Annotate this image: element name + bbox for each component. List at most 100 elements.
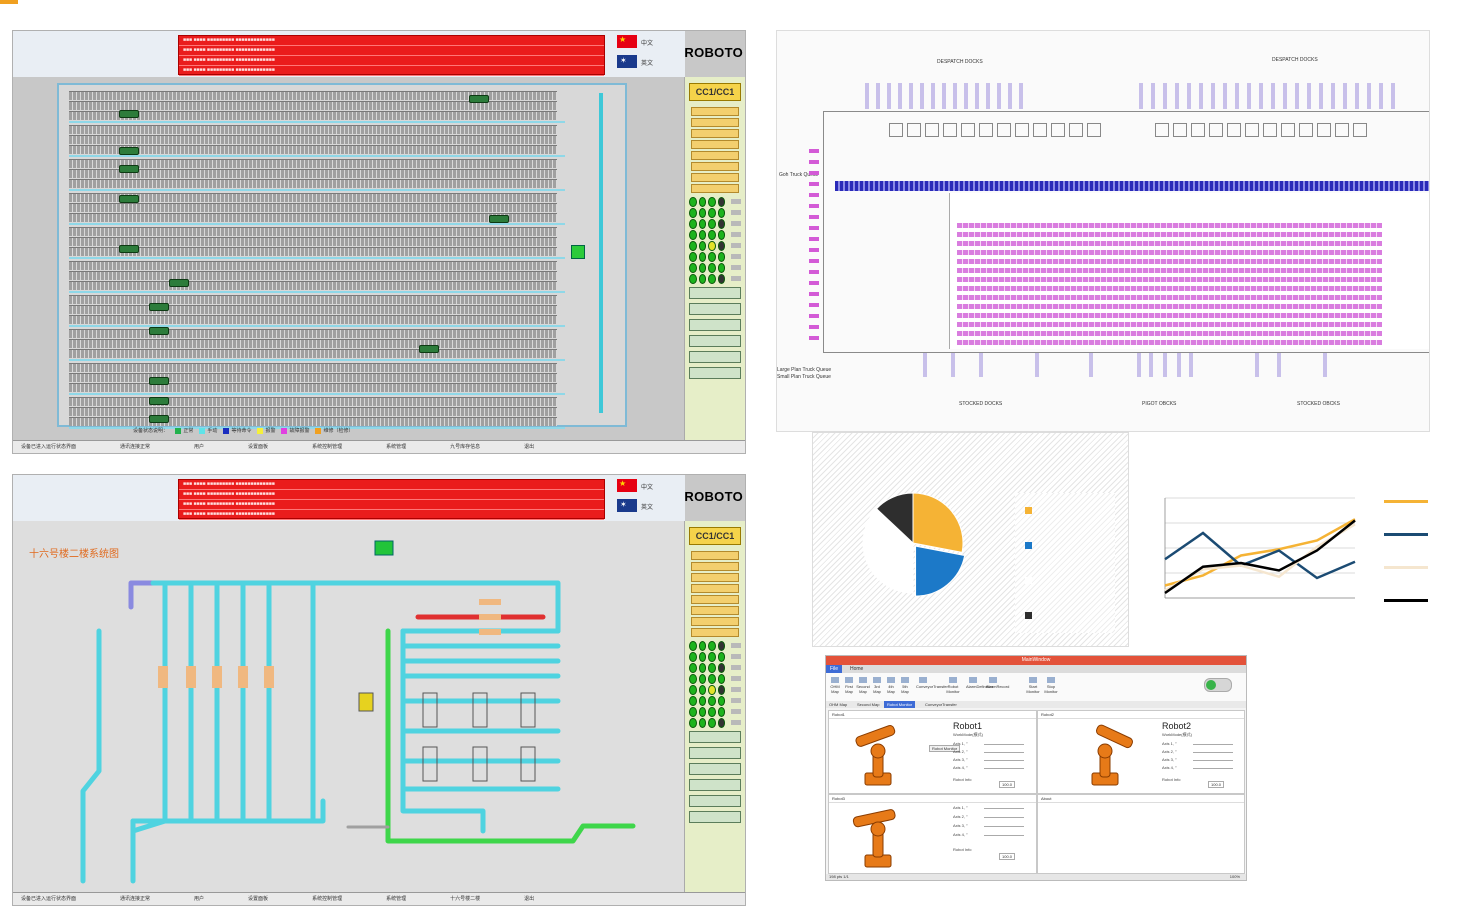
dock-bay[interactable]	[1163, 353, 1167, 377]
mode-selector[interactable]	[691, 118, 739, 127]
document-tab[interactable]: OHM Map	[826, 701, 850, 708]
dock-bay[interactable]	[1223, 83, 1227, 109]
axis-slider[interactable]	[1193, 768, 1233, 769]
mode-selector[interactable]	[691, 606, 739, 615]
axis-slider[interactable]	[984, 760, 1024, 761]
dock-bay[interactable]	[1137, 353, 1141, 377]
ribbon-button[interactable]: First Map	[842, 677, 856, 694]
dock-bay[interactable]	[1247, 83, 1251, 109]
dock-bay[interactable]	[1151, 83, 1155, 109]
axis-slider[interactable]	[984, 835, 1024, 836]
dock-bay[interactable]	[1255, 353, 1259, 377]
ribbon-button[interactable]: AlarmDefinition	[966, 677, 993, 689]
dock-bay[interactable]	[887, 83, 891, 109]
axis-slider[interactable]	[984, 826, 1024, 827]
axis-slider[interactable]	[1193, 760, 1233, 761]
alarm-row[interactable]: ■■■ ■■■■ ■■■■■■■■■ ■■■■■■■■■■■■■	[179, 36, 604, 46]
mode-selector[interactable]	[691, 573, 739, 582]
dock-bay[interactable]	[1391, 83, 1395, 109]
document-tab[interactable]: ConveyorTransfer	[922, 701, 960, 708]
dock-bay[interactable]	[1177, 353, 1181, 377]
axis-slider[interactable]	[984, 752, 1024, 753]
dock-bay[interactable]	[1149, 353, 1153, 377]
alarm-row[interactable]: ■■■ ■■■■ ■■■■■■■■■ ■■■■■■■■■■■■■	[179, 66, 604, 76]
australia-flag-icon[interactable]	[617, 55, 637, 68]
document-tab[interactable]: Robot Monitor	[884, 701, 916, 708]
speed-value[interactable]: 100.0	[1208, 781, 1225, 788]
sidebar-nav-button[interactable]	[689, 795, 741, 807]
axis-slider[interactable]	[984, 817, 1024, 818]
ribbon-button[interactable]: 4th Map	[884, 677, 898, 694]
alarm-row[interactable]: ■■■ ■■■■ ■■■■■■■■■ ■■■■■■■■■■■■■	[179, 510, 604, 520]
sidebar-nav-button[interactable]	[689, 287, 741, 299]
dock-bay[interactable]	[1355, 83, 1359, 109]
shuttle-icon[interactable]	[149, 377, 169, 385]
sidebar-nav-button[interactable]	[689, 763, 741, 775]
dock-bay[interactable]	[1019, 83, 1023, 109]
dock-bay[interactable]	[1323, 353, 1327, 377]
dock-bay[interactable]	[1163, 83, 1167, 109]
dock-bay[interactable]	[1307, 83, 1311, 109]
dock-bay[interactable]	[964, 83, 968, 109]
dock-bay[interactable]	[953, 83, 957, 109]
dock-bay[interactable]	[898, 83, 902, 109]
ribbon-button[interactable]: 3rd Map	[870, 677, 884, 694]
ribbon-button[interactable]: ConveyorTransfer	[916, 677, 948, 689]
dock-bay[interactable]	[920, 83, 924, 109]
alarm-row[interactable]: ■■■ ■■■■ ■■■■■■■■■ ■■■■■■■■■■■■■	[179, 500, 604, 510]
dock-bay[interactable]	[1235, 83, 1239, 109]
mode-selector[interactable]	[691, 584, 739, 593]
mode-selector[interactable]	[691, 151, 739, 160]
dock-bay[interactable]	[1277, 353, 1281, 377]
elevator-icon[interactable]	[571, 245, 585, 259]
dock-bay[interactable]	[942, 83, 946, 109]
sidebar-nav-button[interactable]	[689, 779, 741, 791]
alarm-row[interactable]: ■■■ ■■■■ ■■■■■■■■■ ■■■■■■■■■■■■■	[179, 46, 604, 56]
dock-bay[interactable]	[1343, 83, 1347, 109]
speed-value[interactable]: 100.0	[999, 853, 1016, 860]
sidebar-nav-button[interactable]	[689, 351, 741, 363]
toggle-icon[interactable]	[1204, 678, 1232, 692]
axis-slider[interactable]	[984, 768, 1024, 769]
dock-bay[interactable]	[1379, 83, 1383, 109]
sidebar-nav-button[interactable]	[689, 747, 741, 759]
mode-selector[interactable]	[691, 595, 739, 604]
shuttle-icon[interactable]	[469, 95, 489, 103]
dock-bay[interactable]	[876, 83, 880, 109]
speed-value[interactable]: 100.0	[999, 781, 1016, 788]
shuttle-icon[interactable]	[119, 165, 139, 173]
ribbon-button[interactable]: 5th Map	[898, 677, 912, 694]
dock-bay[interactable]	[1367, 83, 1371, 109]
sidebar-nav-button[interactable]	[689, 335, 741, 347]
shuttle-icon[interactable]	[119, 110, 139, 118]
dock-bay[interactable]	[1089, 353, 1093, 377]
mode-selector[interactable]	[691, 107, 739, 116]
axis-slider[interactable]	[984, 808, 1024, 809]
mode-selector[interactable]	[691, 184, 739, 193]
dock-bay[interactable]	[1189, 353, 1193, 377]
shuttle-icon[interactable]	[489, 215, 509, 223]
dock-bay[interactable]	[1295, 83, 1299, 109]
shuttle-icon[interactable]	[149, 397, 169, 405]
dock-bay[interactable]	[1199, 83, 1203, 109]
ribbon-button[interactable]: Start Monitor	[1026, 677, 1040, 694]
ribbon-button[interactable]: Second Map	[856, 677, 870, 694]
ribbon-button[interactable]: OHM Map	[828, 677, 842, 694]
dock-bay[interactable]	[1175, 83, 1179, 109]
shuttle-icon[interactable]	[149, 327, 169, 335]
dock-bay[interactable]	[1187, 83, 1191, 109]
alarm-row[interactable]: ■■■ ■■■■ ■■■■■■■■■ ■■■■■■■■■■■■■	[179, 490, 604, 500]
sidebar-nav-button[interactable]	[689, 319, 741, 331]
sidebar-nav-button[interactable]	[689, 303, 741, 315]
mode-selector[interactable]	[691, 173, 739, 182]
tab-file[interactable]: File	[826, 665, 843, 673]
ribbon-button[interactable]: Stop Monitor	[1044, 677, 1058, 694]
dock-bay[interactable]	[1331, 83, 1335, 109]
alarm-row[interactable]: ■■■ ■■■■ ■■■■■■■■■ ■■■■■■■■■■■■■	[179, 480, 604, 490]
dock-bay[interactable]	[1008, 83, 1012, 109]
sidebar-nav-button[interactable]	[689, 811, 741, 823]
dock-bay[interactable]	[1271, 83, 1275, 109]
shuttle-icon[interactable]	[149, 415, 169, 423]
shuttle-icon[interactable]	[149, 303, 169, 311]
dock-bay[interactable]	[951, 353, 955, 377]
